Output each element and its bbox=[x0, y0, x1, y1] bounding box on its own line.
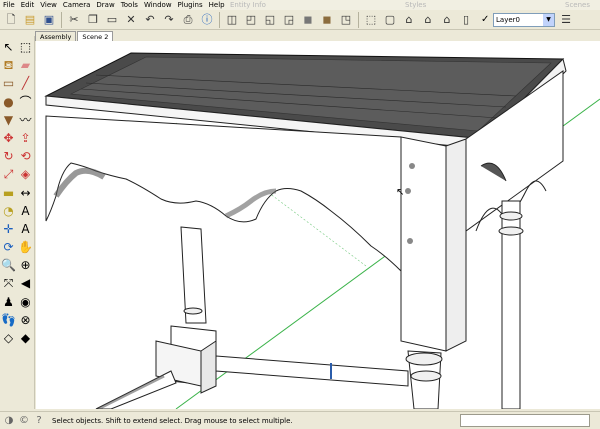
menu-plugins[interactable]: Plugins bbox=[178, 0, 203, 10]
save-icon[interactable]: ▣ bbox=[41, 12, 57, 28]
line-tool-icon[interactable]: ╱ bbox=[17, 74, 34, 92]
styles-title[interactable]: Styles bbox=[405, 0, 426, 10]
table-model-drawing bbox=[44, 52, 600, 409]
measurements-box[interactable] bbox=[460, 414, 590, 427]
protractor-icon[interactable]: ◔ bbox=[0, 202, 17, 220]
wireframe-style-icon[interactable]: ◱ bbox=[262, 12, 278, 28]
scale-tool-icon[interactable]: ⤢ bbox=[0, 165, 17, 183]
xray-style-icon[interactable]: ◫ bbox=[224, 12, 240, 28]
front-leg-block bbox=[400, 136, 447, 352]
model-viewport[interactable]: ↖ bbox=[36, 41, 600, 409]
copy-icon[interactable]: ❐ bbox=[85, 12, 101, 28]
make-component-icon[interactable]: ⬚ bbox=[17, 38, 34, 56]
layer-control: ✓ Layer0 ▼ ☰ bbox=[481, 12, 577, 27]
zoom-extents-icon[interactable]: ⤧ bbox=[0, 274, 17, 292]
menu-draw[interactable]: Draw bbox=[96, 0, 114, 10]
shaded-style-icon[interactable]: ◼ bbox=[300, 12, 316, 28]
eraser-icon[interactable]: ▰ bbox=[17, 56, 34, 74]
iso-view-icon[interactable]: ⬚ bbox=[363, 12, 379, 28]
credits-icon[interactable]: © bbox=[18, 415, 30, 427]
position-camera-icon[interactable]: ♟ bbox=[0, 293, 17, 311]
back-view-icon[interactable]: ⌂ bbox=[439, 12, 455, 28]
right-view-icon[interactable]: ⌂ bbox=[420, 12, 436, 28]
text-tool-icon[interactable]: A bbox=[17, 202, 34, 220]
orbit-tool-icon[interactable]: ⟳ bbox=[0, 238, 17, 256]
walk-tool-icon[interactable]: 👣 bbox=[0, 311, 17, 329]
menu-file[interactable]: File bbox=[3, 0, 15, 10]
tool-palette: ↖ ⬚ ⛾ ▰ ▭ ╱ ● ⌒ ▼ 〰 ✥ ⇪ ↻ ⟲ ⤢ ◈ ▬ ↔ ◔ A … bbox=[0, 36, 35, 409]
menu-help[interactable]: Help bbox=[209, 0, 225, 10]
hiddenline-style-icon[interactable]: ◲ bbox=[281, 12, 297, 28]
arc-tool-icon[interactable]: ⌒ bbox=[17, 93, 34, 111]
status-message: Select objects. Shift to extend select. … bbox=[52, 416, 293, 425]
menu-window[interactable]: Window bbox=[144, 0, 172, 10]
push-pull-icon[interactable]: ⇪ bbox=[17, 129, 34, 147]
layer-name: Layer0 bbox=[496, 15, 520, 24]
checkmark-icon: ✓ bbox=[481, 14, 490, 25]
tab-scene-2[interactable]: Scene 2 bbox=[77, 31, 114, 41]
previous-view-icon[interactable]: ◀ bbox=[17, 274, 34, 292]
select-tool-icon[interactable]: ↖ bbox=[0, 38, 17, 56]
tab-assembly[interactable]: Assembly bbox=[35, 31, 77, 41]
main-toolbar: 🗋 ▤ ▣ ✂ ❐ ▭ ✕ ↶ ↷ ⎙ ⓘ ◫ ◰ ◱ ◲ ◼ ◼ ◳ ⬚ ▢ … bbox=[0, 10, 600, 30]
print-icon[interactable]: ⎙ bbox=[180, 12, 196, 28]
freehand-tool-icon[interactable]: 〰 bbox=[17, 111, 34, 129]
paste-icon[interactable]: ▭ bbox=[104, 12, 120, 28]
front-stretcher bbox=[215, 355, 409, 387]
offset-tool-icon[interactable]: ◈ bbox=[17, 165, 34, 183]
model-info-icon[interactable]: ⓘ bbox=[199, 12, 215, 28]
redo-icon[interactable]: ↷ bbox=[161, 12, 177, 28]
help-icon[interactable]: ? bbox=[33, 415, 45, 427]
section-plane-icon[interactable]: ⊗ bbox=[17, 311, 34, 329]
status-bar: ◑ © ? Select objects. Shift to extend se… bbox=[0, 411, 600, 429]
look-around-icon[interactable]: ◉ bbox=[17, 293, 34, 311]
follow-me-icon[interactable]: ⟲ bbox=[17, 147, 34, 165]
apron-scalloped bbox=[45, 115, 402, 273]
circle-tool-icon[interactable]: ● bbox=[0, 93, 17, 111]
scenes-title[interactable]: Scenes bbox=[565, 0, 590, 10]
open-folder-icon[interactable]: ▤ bbox=[22, 12, 38, 28]
undo-icon[interactable]: ↶ bbox=[142, 12, 158, 28]
axes-tool-icon[interactable]: ✛ bbox=[0, 220, 17, 238]
rotate-tool-icon[interactable]: ↻ bbox=[0, 147, 17, 165]
chevron-down-icon[interactable]: ▼ bbox=[543, 13, 554, 26]
section-cuts-icon[interactable]: ◆ bbox=[17, 329, 34, 347]
textured-style-icon[interactable]: ◼ bbox=[319, 12, 335, 28]
toolbar-separator bbox=[219, 11, 220, 28]
menu-camera[interactable]: Camera bbox=[63, 0, 90, 10]
move-tool-icon[interactable]: ✥ bbox=[0, 129, 17, 147]
dimension-tool-icon[interactable]: ↔ bbox=[17, 184, 34, 202]
zoom-window-icon[interactable]: ⊕ bbox=[17, 256, 34, 274]
rectangle-tool-icon[interactable]: ▭ bbox=[0, 74, 17, 92]
pan-tool-icon[interactable]: ✋ bbox=[17, 238, 34, 256]
new-file-icon[interactable]: 🗋 bbox=[3, 12, 19, 28]
section-display-icon[interactable]: ◇ bbox=[0, 329, 17, 347]
layer-manager-icon[interactable]: ☰ bbox=[558, 12, 574, 28]
entity-info-title[interactable]: Entity Info bbox=[230, 0, 266, 10]
scene-tabs: Assembly Scene 2 bbox=[35, 31, 114, 41]
menu-view[interactable]: View bbox=[40, 0, 57, 10]
front-view-icon[interactable]: ⌂ bbox=[401, 12, 417, 28]
backedges-style-icon[interactable]: ◰ bbox=[243, 12, 259, 28]
select-cursor-icon: ↖ bbox=[396, 187, 405, 198]
menu-edit[interactable]: Edit bbox=[21, 0, 35, 10]
tape-measure-icon[interactable]: ▬ bbox=[0, 184, 17, 202]
polygon-tool-icon[interactable]: ▼ bbox=[0, 111, 17, 129]
top-view-icon[interactable]: ▢ bbox=[382, 12, 398, 28]
menu-bar: File Edit View Camera Draw Tools Window … bbox=[0, 0, 600, 10]
geo-location-icon[interactable]: ◑ bbox=[3, 415, 15, 427]
3d-text-icon[interactable]: A bbox=[17, 220, 34, 238]
toolbar-separator bbox=[61, 11, 62, 28]
paint-bucket-icon[interactable]: ⛾ bbox=[0, 56, 17, 74]
zoom-tool-icon[interactable]: 🔍 bbox=[0, 256, 17, 274]
left-view-icon[interactable]: ▯ bbox=[458, 12, 474, 28]
menu-tools[interactable]: Tools bbox=[121, 0, 138, 10]
cut-icon[interactable]: ✂ bbox=[66, 12, 82, 28]
erase-icon[interactable]: ✕ bbox=[123, 12, 139, 28]
monochrome-style-icon[interactable]: ◳ bbox=[338, 12, 354, 28]
toolbar-separator bbox=[358, 11, 359, 28]
layer-select[interactable]: Layer0 ▼ bbox=[493, 12, 555, 27]
